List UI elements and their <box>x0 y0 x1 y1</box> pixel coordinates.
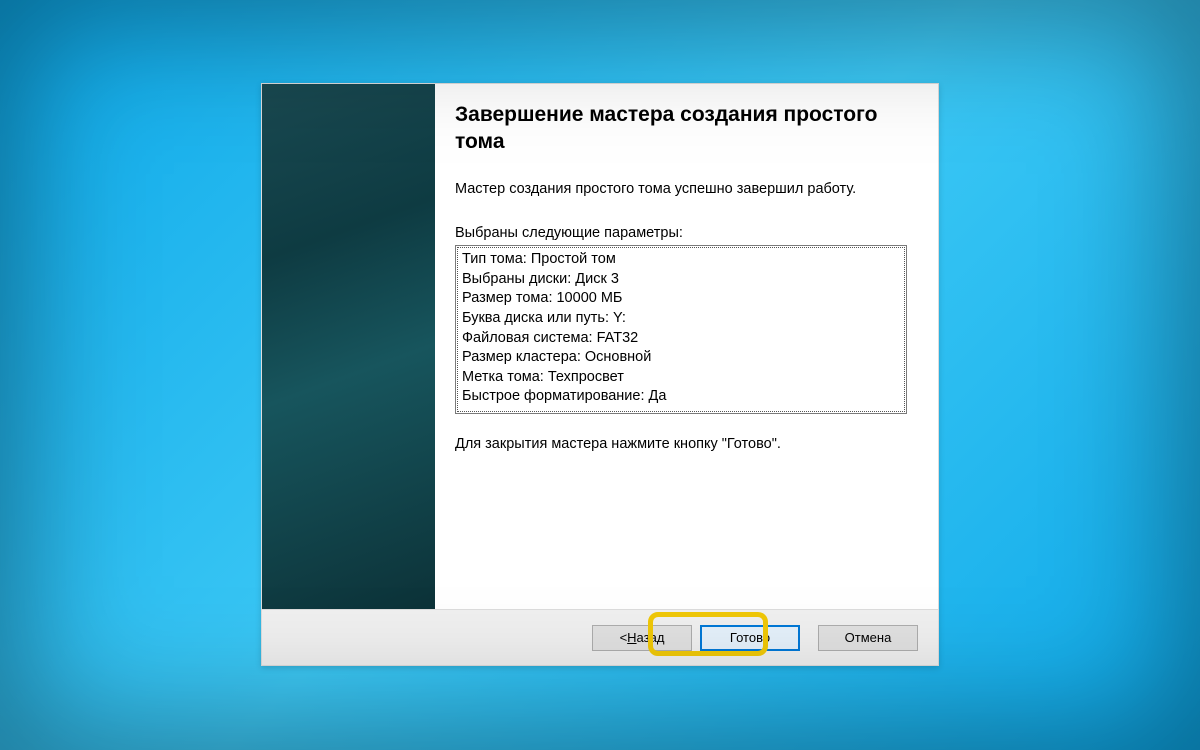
wizard-sidebar-banner <box>262 84 435 609</box>
close-hint: Для закрытия мастера нажмите кнопку "Гот… <box>455 436 912 452</box>
param-row: Размер тома: 10000 МБ <box>462 289 900 309</box>
param-row: Метка тома: Техпросвет <box>462 368 900 388</box>
params-listbox[interactable]: Тип тома: Простой том Выбраны диски: Дис… <box>455 245 907 414</box>
param-row: Быстрое форматирование: Да <box>462 387 900 407</box>
param-row: Размер кластера: Основной <box>462 348 900 368</box>
param-row: Тип тома: Простой том <box>462 250 900 270</box>
wizard-description: Мастер создания простого тома успешно за… <box>455 180 912 200</box>
param-row: Файловая система: FAT32 <box>462 329 900 349</box>
back-button-prefix: < <box>620 630 628 645</box>
wizard-content: Завершение мастера создания простого том… <box>435 84 938 609</box>
param-row: Выбраны диски: Диск 3 <box>462 270 900 290</box>
params-label: Выбраны следующие параметры: <box>455 225 912 241</box>
wizard-window: Завершение мастера создания простого том… <box>261 83 939 666</box>
back-button-mnemonic: Н <box>627 630 636 645</box>
cancel-button[interactable]: Отмена <box>818 625 918 651</box>
back-button-rest: азад <box>637 630 665 645</box>
param-row: Буква диска или путь: Y: <box>462 309 900 329</box>
finish-button[interactable]: Готово <box>700 625 800 651</box>
wizard-title: Завершение мастера создания простого том… <box>455 102 912 156</box>
back-button[interactable]: < Назад <box>592 625 692 651</box>
wizard-body: Завершение мастера создания простого том… <box>262 84 938 609</box>
button-bar: < Назад Готово Отмена <box>262 609 938 665</box>
